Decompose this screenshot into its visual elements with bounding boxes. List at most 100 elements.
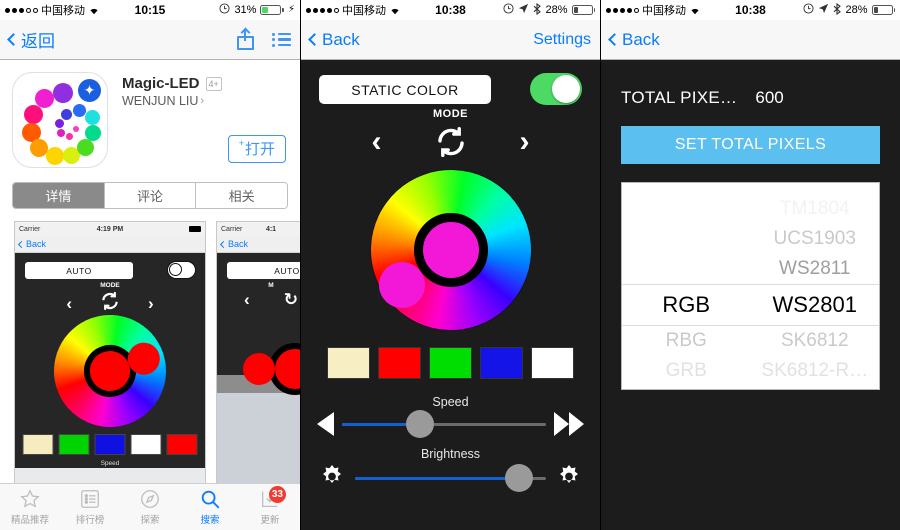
screenshot-back-label: Back	[228, 239, 249, 249]
prev-mode-button[interactable]: ‹	[372, 127, 382, 157]
screenshot-time: 4:19 PM	[96, 225, 124, 233]
swatch-3[interactable]	[429, 347, 472, 379]
back-label: 返回	[21, 32, 55, 51]
search-icon	[199, 488, 221, 510]
next-mode-button[interactable]: ›	[520, 127, 530, 157]
screenshot-refresh-icon: ↻	[283, 290, 298, 309]
screenshot-refresh-icon	[100, 291, 120, 316]
led-body: STATIC COLOR MODE ‹ › Speed Brightness	[301, 60, 600, 530]
panel-settings: 中国移动 10:38 28% Back TOTAL PIXE… 600 SET …	[600, 0, 900, 530]
swatch-1[interactable]	[327, 347, 370, 379]
picker-column-color-order[interactable]: RGB RBG GRB GBR	[622, 183, 751, 389]
tab-top-charts[interactable]: 排行榜	[60, 484, 120, 530]
picker-item[interactable]: RBG	[666, 326, 707, 356]
screenshot-swatches	[22, 434, 198, 455]
color-wheel[interactable]	[347, 147, 554, 353]
battery-icon	[571, 5, 595, 15]
picker-column-chip-type[interactable]: TM1804 UCS1903 WS2811 WS2801 SK6812 SK68…	[751, 183, 880, 389]
color-wheel-selector[interactable]	[378, 262, 425, 308]
screenshot-prev-icon: ‹	[244, 290, 250, 309]
picker-item[interactable]: GBR	[666, 386, 707, 389]
screenshot-gallery[interactable]: Carrier 4:19 PM Back AUTO MODE ‹ › Speed…	[14, 221, 300, 489]
bluetooth-badge-icon: ✦	[78, 79, 101, 102]
screenshot-prev-icon: ‹	[66, 294, 72, 313]
chevron-left-icon	[219, 240, 228, 248]
tab-reviews[interactable]: 评论	[104, 183, 197, 208]
speed-slider-row	[317, 410, 584, 438]
nav-bar-app-store: 返回	[0, 20, 300, 60]
picker-item[interactable]: SK6812	[781, 326, 849, 356]
speed-slider-knob[interactable]	[405, 410, 434, 438]
picker-selected-item[interactable]: WS2801	[773, 284, 857, 326]
swatch-5[interactable]	[531, 347, 574, 379]
status-bar-app-store: 中国移动 10:15 31% ⚡	[0, 0, 300, 20]
screenshot-mode-label: M	[268, 282, 274, 289]
status-right: 31% ⚡	[219, 3, 295, 17]
app-icon: ✦	[12, 72, 108, 168]
tab-updates[interactable]: 更新 33	[240, 484, 300, 530]
speed-increase-icon[interactable]	[554, 412, 584, 436]
updates-badge: 33	[268, 486, 286, 503]
speed-slider[interactable]	[342, 410, 546, 438]
status-left: 中国移动	[5, 2, 100, 18]
toggle-knob	[552, 75, 580, 103]
brightness-high-icon[interactable]	[554, 463, 584, 493]
bluetooth-icon	[833, 2, 842, 18]
screenshot-speed-label: Speed	[100, 460, 120, 467]
speed-decrease-icon[interactable]	[317, 412, 334, 436]
list-icon[interactable]	[272, 32, 291, 47]
signal-dots	[606, 7, 639, 13]
brightness-slider[interactable]	[355, 464, 546, 492]
color-wheel-center[interactable]	[413, 213, 488, 287]
nav-actions: Settings	[533, 31, 591, 49]
swatch-4[interactable]	[480, 347, 523, 379]
location-arrow-icon	[818, 3, 829, 17]
app-developer[interactable]: WENJUN LIU ›	[122, 94, 288, 108]
picker-item[interactable]: SK6812-R…	[761, 356, 868, 386]
picker-item[interactable]: LPD6803	[775, 386, 854, 389]
brightness-slider-knob[interactable]	[505, 464, 534, 492]
picker-item[interactable]: TM1804	[780, 194, 850, 224]
speed-label: Speed	[432, 395, 469, 409]
app-store-body: ✦ Magic-LED 4+ WENJUN LIU › + 打开 详情 评论 相…	[0, 60, 300, 530]
screenshot-time: 4:1	[265, 225, 277, 233]
screenshot-status-bar: Carrier 4:1	[217, 222, 300, 236]
tab-related[interactable]: 相关	[196, 183, 287, 208]
tab-search[interactable]: 搜索	[180, 484, 240, 530]
three-panel-screenshot: 中国移动 10:15 31% ⚡ 返回 ✦ Magic-LED 4+ WENJU…	[0, 0, 900, 530]
screenshot-1[interactable]: Carrier 4:19 PM Back AUTO MODE ‹ › Speed	[14, 221, 206, 489]
brightness-low-icon[interactable]	[317, 463, 347, 493]
picker-item[interactable]: UCS1903	[774, 224, 856, 254]
signal-dots	[5, 7, 38, 13]
power-toggle[interactable]	[530, 73, 582, 105]
chevron-right-icon: ›	[200, 95, 205, 107]
chip-picker[interactable]: RGB RBG GRB GBR TM1804 UCS1903 WS2811 WS…	[621, 182, 880, 390]
ranking-list-icon	[79, 488, 101, 510]
picker-selected-item[interactable]: RGB	[662, 284, 710, 326]
picker-item[interactable]: WS2811	[779, 254, 850, 284]
nav-bar-led: Back Settings	[301, 20, 600, 60]
tab-label: 排行榜	[75, 515, 105, 526]
preset-swatches	[301, 347, 600, 379]
status-right: 28%	[503, 2, 595, 18]
settings-button[interactable]: Settings	[533, 31, 591, 49]
back-button[interactable]: 返回	[7, 27, 55, 52]
mode-button[interactable]: STATIC COLOR	[319, 75, 491, 104]
open-button[interactable]: + 打开	[227, 135, 286, 163]
set-total-pixels-button[interactable]: SET TOTAL PIXELS	[621, 126, 880, 164]
screenshot-next-icon: ›	[148, 294, 154, 313]
tab-label: 探索	[140, 515, 160, 526]
refresh-cycle-icon[interactable]	[434, 125, 468, 159]
back-button[interactable]: Back	[308, 30, 360, 50]
screenshot-content: AUTO MODE ‹ › Speed	[15, 253, 205, 468]
share-icon[interactable]	[237, 27, 254, 50]
tab-explore[interactable]: 探索	[120, 484, 180, 530]
tab-featured[interactable]: 精品推荐	[0, 484, 60, 530]
screenshot-mode-nav: ‹ ›	[15, 291, 205, 316]
open-plus-sign: +	[238, 138, 244, 148]
swatch-2[interactable]	[378, 347, 421, 379]
screenshot-2[interactable]: Carrier 4:1 Back AUTO M ‹ ↻	[216, 221, 300, 489]
tab-details[interactable]: 详情	[13, 183, 105, 208]
picker-item[interactable]: GRB	[666, 356, 707, 386]
back-button[interactable]: Back	[608, 30, 660, 50]
